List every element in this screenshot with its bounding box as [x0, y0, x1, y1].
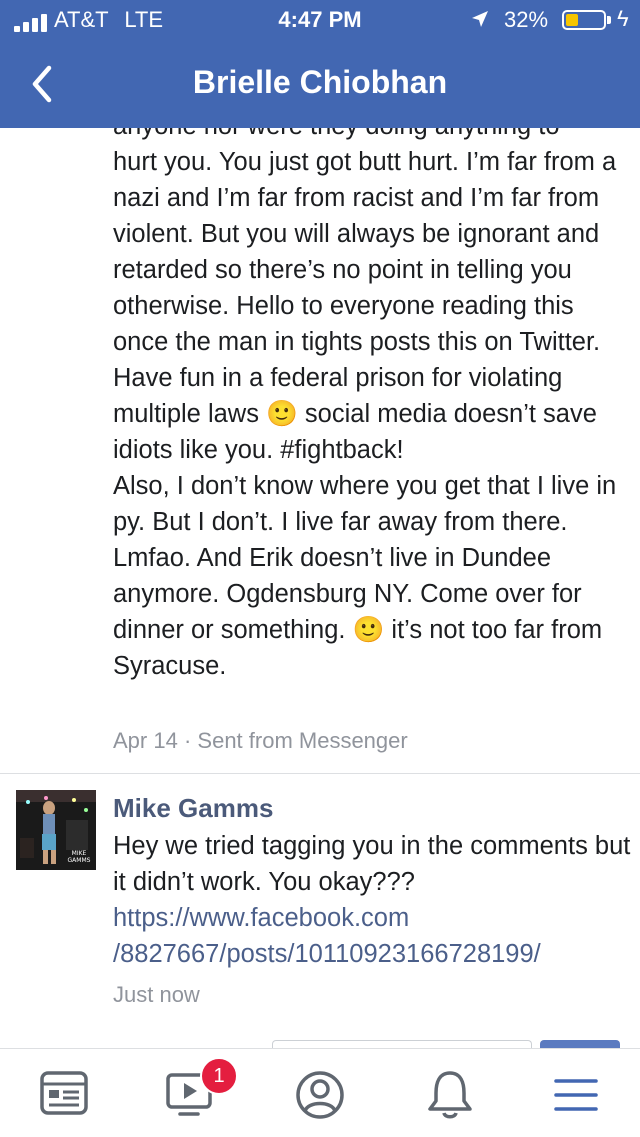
bottom-tab-bar — [0, 1048, 640, 1137]
status-bar: AT&T LTE 4:47 PM 32% ϟ — [0, 0, 640, 40]
video-notification-badge: 1 — [200, 1057, 238, 1095]
battery-fill — [566, 14, 578, 26]
comment-link[interactable]: https://www.facebook.com/8827667/posts/1… — [113, 904, 541, 968]
post-text-main: hurt you. You just got butt hurt. I’m fa… — [113, 148, 617, 428]
tab-news-feed[interactable] — [34, 1067, 94, 1123]
divider — [0, 773, 640, 774]
avatar-label: MIKE GAMMS — [67, 850, 91, 864]
comment-text: Hey we tried tagging you in the comments… — [113, 828, 633, 972]
menu-icon — [554, 1079, 598, 1111]
battery-icon — [562, 10, 606, 30]
post-source: Sent from Messenger — [197, 728, 408, 753]
smile-emoji-icon: 🙂 — [266, 400, 298, 428]
post-text-partial-line: anyone nor were they doing anything to — [113, 128, 633, 144]
battery-tip — [607, 16, 611, 24]
avatar[interactable]: MIKE GAMMS — [16, 790, 96, 870]
post-date[interactable]: Apr 14 — [113, 728, 178, 753]
page-title: Brielle Chiobhan — [192, 64, 448, 100]
app-header: AT&T LTE 4:47 PM 32% ϟ Brielle Chiobhan — [0, 0, 640, 128]
post-text: anyone nor were they doing anything to h… — [113, 128, 633, 684]
smile-emoji-icon: 🙂 — [352, 616, 385, 644]
meta-separator: · — [183, 728, 192, 753]
comment-author[interactable]: Mike Gamms — [113, 793, 273, 824]
tab-menu[interactable] — [546, 1067, 606, 1123]
comment-link-line-1[interactable]: https://www.facebook.com — [113, 904, 409, 932]
content-area: anyone nor were they doing anything to h… — [0, 128, 640, 1048]
charging-bolt-icon: ϟ — [617, 6, 629, 31]
profile-icon — [296, 1071, 344, 1119]
news-feed-icon — [40, 1071, 88, 1115]
tab-notifications[interactable] — [420, 1067, 480, 1123]
bell-icon — [428, 1071, 472, 1119]
battery-percent: 32% — [504, 7, 549, 32]
tab-profile[interactable] — [290, 1067, 350, 1123]
comment-link-line-2[interactable]: /8827667/posts/10110923166728199/ — [113, 940, 541, 968]
comment-time: Just now — [113, 982, 200, 1007]
post-meta: Apr 14 · Sent from Messenger — [113, 728, 408, 754]
location-arrow-icon — [472, 11, 488, 27]
comment-body: Hey we tried tagging you in the comments… — [113, 832, 631, 896]
